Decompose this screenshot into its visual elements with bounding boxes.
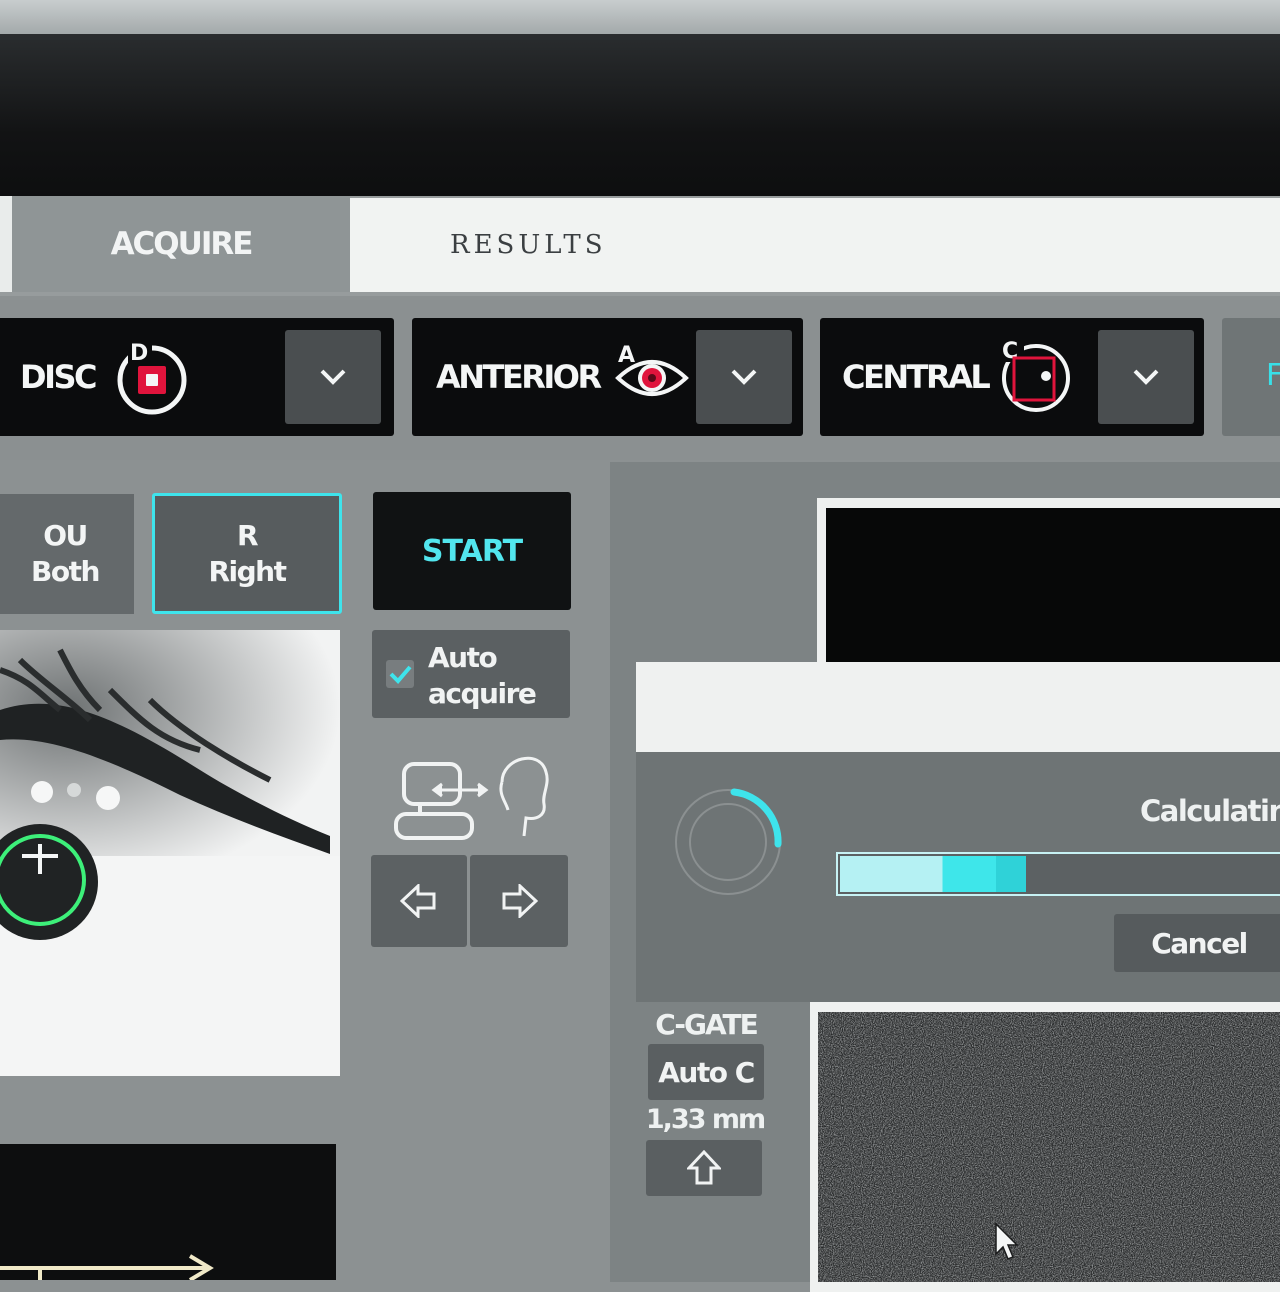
start-button[interactable]: START (373, 492, 571, 610)
monitor-bezel (0, 34, 1280, 200)
cgate-up-button[interactable] (646, 1140, 762, 1196)
tab-acquire-label: ACQUIRE (110, 226, 254, 262)
chevron-down-icon (320, 369, 346, 385)
scan-mode-disc[interactable]: DISC D (0, 318, 394, 436)
cancel-button[interactable]: Cancel (1114, 914, 1280, 972)
move-right-button[interactable] (470, 855, 568, 947)
disc-dropdown-button[interactable] (285, 330, 381, 424)
eye-select-right-button[interactable]: R Right (152, 493, 342, 614)
start-label: START (421, 533, 523, 569)
scan-mode-central-label: CENTRAL (842, 358, 991, 396)
anterior-dropdown-button[interactable] (696, 330, 792, 424)
anterior-eye-icon: A (615, 343, 689, 396)
tab-acquire[interactable]: ACQUIRE (12, 196, 350, 292)
progress-bar-fill (840, 856, 1026, 892)
loading-spinner-icon (675, 788, 782, 895)
auto-acquire-label: Auto acquire (428, 640, 537, 712)
progress-bar (836, 852, 1280, 896)
move-left-button[interactable] (371, 855, 467, 947)
tab-results-label: RESULTS (450, 230, 607, 260)
disc-scan-icon: D (117, 340, 187, 415)
progress-status-text: Calculating (1140, 794, 1280, 828)
scan-mode-anterior-label: ANTERIOR (436, 358, 602, 396)
central-dropdown-button[interactable] (1098, 330, 1194, 424)
iris-camera-view[interactable] (0, 630, 340, 1076)
cgate-mode-label: Auto C (658, 1055, 755, 1089)
central-badge: C (1002, 339, 1018, 364)
eye-ou-label: Both (31, 555, 100, 588)
cancel-label: Cancel (1151, 926, 1248, 960)
iris-image (0, 630, 340, 1076)
oct-noise-image (818, 1012, 1280, 1282)
tab-results[interactable]: RESULTS (350, 198, 1280, 292)
arrow-right-icon (502, 884, 538, 918)
cgate-value: 1,33 mm (645, 1104, 766, 1135)
scan-mode-central[interactable]: CENTRAL C (820, 318, 1204, 436)
fundus-preview-panel (0, 1144, 336, 1282)
scan-mode-next-glyph: F (1266, 358, 1280, 393)
eye-r-code: R (236, 518, 259, 552)
scan-line-overlay (0, 1254, 214, 1282)
tab-previous-edge[interactable] (0, 196, 12, 292)
scan-mode-next-partial[interactable]: F (1222, 318, 1280, 436)
disc-badge: D (130, 341, 148, 366)
auto-acquire-label-line2: acquire (428, 677, 537, 710)
chevron-down-icon (731, 369, 757, 385)
eye-ou-code: OU (43, 519, 88, 552)
eye-r-label: Right (208, 554, 287, 588)
mouse-cursor-icon (995, 1222, 1018, 1260)
head-alignment-icon (394, 756, 549, 840)
anterior-badge: A (618, 343, 635, 368)
arrow-up-icon (687, 1150, 721, 1185)
progress-dialog-header (636, 662, 1280, 752)
preview-image-top (826, 508, 1280, 668)
scan-mode-anterior[interactable]: ANTERIOR A (412, 318, 803, 436)
cgate-mode-button[interactable]: Auto C (648, 1044, 764, 1100)
check-icon (389, 665, 412, 684)
central-scan-icon: C (1000, 338, 1070, 412)
auto-acquire-checkbox[interactable] (386, 660, 414, 688)
arrow-left-icon (400, 884, 436, 918)
oct-scan-view[interactable] (818, 1012, 1280, 1282)
auto-acquire-toggle[interactable]: Auto acquire (372, 630, 570, 718)
chevron-down-icon (1133, 369, 1159, 385)
cgate-title: C-GATE (655, 1008, 759, 1041)
scan-mode-disc-label: DISC (20, 358, 98, 396)
auto-acquire-label-line1: Auto (428, 641, 498, 674)
eye-select-both-button[interactable]: OU Both (0, 494, 134, 614)
